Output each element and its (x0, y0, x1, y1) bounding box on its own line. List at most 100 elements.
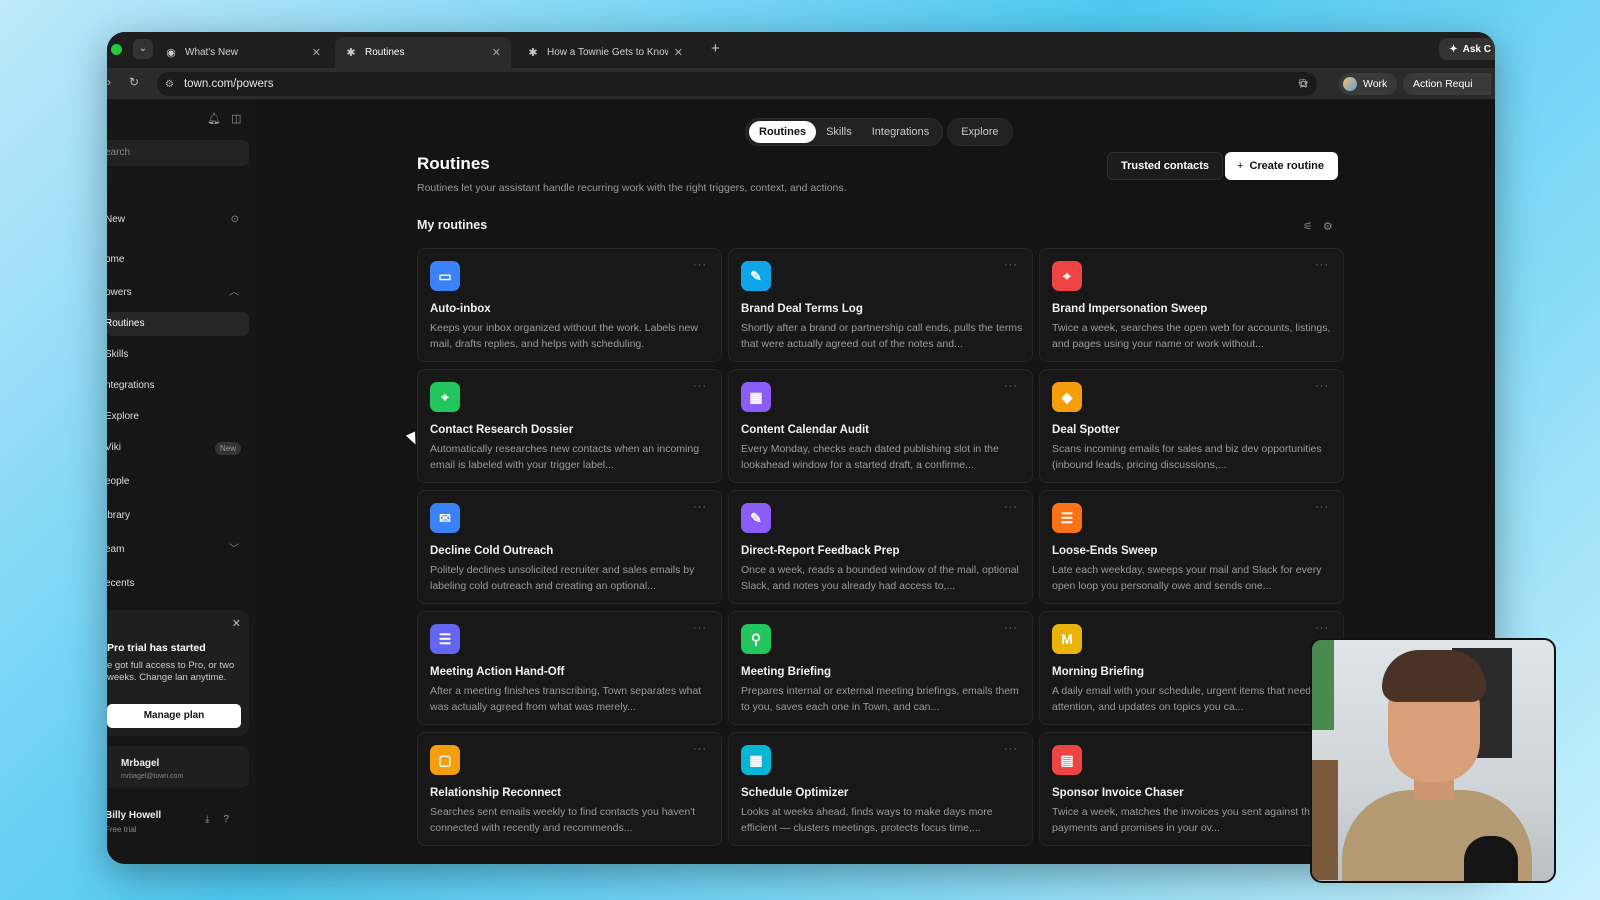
reload-icon[interactable]: ↻ (129, 75, 139, 89)
close-icon[interactable]: ✕ (674, 46, 683, 59)
new-tab-icon[interactable]: + (711, 40, 720, 57)
routine-card[interactable]: ⌖ ··· Brand Impersonation Sweep Twice a wee… (1039, 248, 1344, 362)
chevron-up-icon[interactable]: ︿ (229, 281, 239, 305)
routine-card[interactable]: ☰ ··· Loose-Ends Sweep Late each weekday, s… (1039, 490, 1344, 604)
download-icon[interactable]: ⤓? (205, 814, 243, 825)
compose-icon[interactable]: ⊙ (231, 208, 239, 232)
more-options-icon[interactable]: ··· (1004, 380, 1018, 392)
sidebar-item-routines[interactable]: Routines (107, 312, 249, 336)
routine-description: Looks at weeks ahead, finds ways to make… (741, 806, 993, 834)
routine-title: Relationship Reconnect (430, 787, 561, 799)
user-profile[interactable]: Billy Howell Free trial ⤓? (107, 808, 255, 838)
pen-icon: ✎ (741, 261, 771, 291)
routine-title: Loose-Ends Sweep (1052, 545, 1158, 557)
address-bar[interactable]: ⚙ town.com/powers ☆ (157, 72, 1317, 96)
tab-search-icon[interactable]: ⌄ (133, 39, 153, 59)
routine-description: Keeps your inbox organized without the w… (430, 322, 698, 350)
sidebar-item-wiki[interactable]: Viki New (107, 436, 249, 460)
handshake-icon: ◆ (1052, 382, 1082, 412)
more-options-icon[interactable]: ··· (1004, 501, 1018, 513)
tab-explore-page[interactable]: Explore (951, 121, 1008, 143)
routine-card[interactable]: ▭ ··· Auto-inbox Keeps your inbox organized… (417, 248, 722, 362)
extensions-icon[interactable]: ⧉ (1299, 76, 1308, 91)
routine-card[interactable]: ▢ ··· Relationship Reconnect Searches sent … (417, 732, 722, 846)
more-options-icon[interactable]: ··· (1315, 501, 1329, 513)
sparkle-icon: ✦ (1449, 43, 1458, 55)
more-options-icon[interactable]: ··· (693, 501, 707, 513)
window-control-green[interactable] (111, 44, 122, 55)
chevron-down-icon[interactable]: ﹀ (229, 538, 239, 562)
tab-integrations-page[interactable]: Integrations (862, 121, 939, 143)
sidebar-item-integrations[interactable]: ntegrations (107, 374, 249, 398)
close-icon[interactable]: ✕ (492, 46, 501, 59)
browser-window: ⌄ ◉ What's New ✕ ✱ Routines ✕ ✱ How a To… (107, 32, 1495, 864)
routine-card[interactable]: ⚲ ··· Meeting Briefing Prepares internal or… (728, 611, 1033, 725)
more-options-icon[interactable]: ··· (1315, 622, 1329, 634)
search-input[interactable]: earch (107, 140, 249, 166)
page-title: Routines (417, 154, 490, 173)
sidebar: 🔔︎ ◫ earch New ⊙ ome owers ︿ Routines Skil… (107, 100, 257, 864)
tab-whats-new[interactable]: ◉ What's New ✕ (155, 37, 331, 68)
more-options-icon[interactable]: ··· (693, 259, 707, 271)
tab-skills-page[interactable]: Skills (816, 121, 862, 143)
letter-m-icon: M (1052, 624, 1082, 654)
forward-icon[interactable]: › (107, 75, 111, 89)
routine-description: Searches sent emails weekly to find cont… (430, 806, 696, 834)
sidebar-toggle-icon[interactable]: ◫ (231, 112, 241, 125)
avatar (1343, 77, 1357, 91)
manage-plan-button[interactable]: Manage plan (107, 704, 241, 728)
more-options-icon[interactable]: ··· (1004, 259, 1018, 271)
more-options-icon[interactable]: ··· (693, 743, 707, 755)
routine-card[interactable]: ▦ ··· Content Calendar Audit Every Monday, … (728, 369, 1033, 483)
routine-card[interactable]: ✉ ··· Decline Cold Outreach Politely declin… (417, 490, 722, 604)
routine-title: Morning Briefing (1052, 666, 1144, 678)
notifications-icon[interactable]: 🔔︎ (207, 112, 221, 125)
more-options-icon[interactable]: ··· (693, 380, 707, 392)
sidebar-item-explore[interactable]: Explore (107, 405, 249, 429)
routine-card[interactable]: M ··· Morning Briefing A daily email with y… (1039, 611, 1344, 725)
routine-card[interactable]: ▤···Sponsor Invoice ChaserTwice a week, … (1039, 732, 1344, 846)
close-icon[interactable]: ✕ (312, 46, 321, 59)
more-options-icon[interactable]: ··· (1004, 743, 1018, 755)
webcam-person-hair (1382, 650, 1486, 702)
routine-description: Once a week, reads a bounded window of t… (741, 564, 1019, 592)
routine-description: Politely declines unsolicited recruiter … (430, 564, 695, 592)
routine-card[interactable]: ▦ ··· Schedule Optimizer Looks at weeks ahe… (728, 732, 1033, 846)
tab-routines-page[interactable]: Routines (749, 121, 817, 143)
sidebar-item-library[interactable]: ibrary (107, 504, 249, 528)
sidebar-item-recents[interactable]: ecents (107, 572, 249, 596)
more-options-icon[interactable]: ··· (693, 622, 707, 634)
routine-card[interactable]: ◆ ··· Deal Spotter Scans incoming emails fo… (1039, 369, 1344, 483)
filter-icon[interactable]: ⚟⚙ (1303, 220, 1343, 233)
more-options-icon[interactable]: ··· (1004, 622, 1018, 634)
trial-banner: ✕ Pro trial has started e got full acces… (107, 610, 249, 736)
more-options-icon[interactable]: ··· (1315, 259, 1329, 271)
tab-group-primary: Routines Skills Integrations (745, 118, 944, 146)
routine-card[interactable]: ⌖ ··· Contact Research Dossier Automaticall… (417, 369, 722, 483)
sidebar-item-skills[interactable]: Skills (107, 343, 249, 367)
sidebar-item-home[interactable]: ome (107, 248, 249, 272)
profile-button[interactable]: Work (1339, 73, 1398, 95)
account-switcher[interactable]: Mrbagel mrbagel@town.com (107, 746, 249, 788)
action-required-button[interactable]: Action Requi (1403, 73, 1491, 95)
close-icon[interactable]: ✕ (232, 617, 241, 630)
tab-routines[interactable]: ✱ Routines ✕ (335, 37, 511, 68)
routine-description: Automatically researches new contacts wh… (430, 443, 700, 471)
more-options-icon[interactable]: ··· (1315, 380, 1329, 392)
sidebar-item-powers[interactable]: owers ︿ (107, 281, 249, 305)
mail-icon: ✉ (430, 503, 460, 533)
site-settings-icon[interactable]: ⚙ (165, 79, 174, 90)
ask-button[interactable]: ✦ Ask C (1439, 38, 1495, 60)
sidebar-item-team[interactable]: eam ﹀ (107, 538, 249, 562)
section-title: My routines (417, 218, 488, 232)
routine-card[interactable]: ☰ ··· Meeting Action Hand-Off After a meeti… (417, 611, 722, 725)
routine-title: Content Calendar Audit (741, 424, 869, 436)
trusted-contacts-button[interactable]: Trusted contacts (1107, 152, 1224, 180)
tab-townie[interactable]: ✱ How a Townie Gets to Know Y ✕ (517, 37, 693, 68)
routine-card[interactable]: ✎ ··· Brand Deal Terms Log Shortly after a … (728, 248, 1033, 362)
routine-card[interactable]: ✎ ··· Direct-Report Feedback Prep Once a we… (728, 490, 1033, 604)
create-routine-button[interactable]: + Create routine (1225, 152, 1339, 180)
sidebar-item-new[interactable]: New ⊙ (107, 208, 249, 232)
checklist-icon: ☰ (1052, 503, 1082, 533)
sidebar-item-people[interactable]: eople (107, 470, 249, 494)
